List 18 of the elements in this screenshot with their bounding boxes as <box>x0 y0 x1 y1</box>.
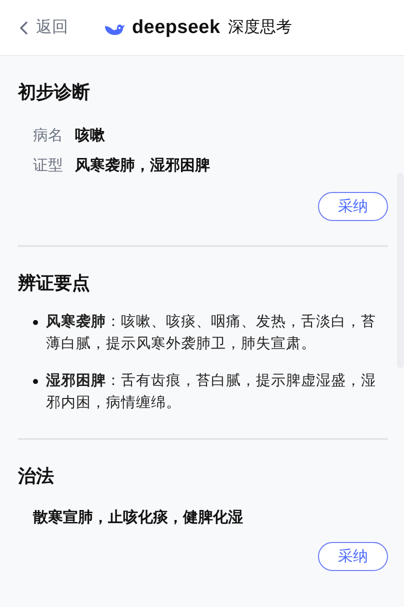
section-title: 治法 <box>18 465 55 489</box>
accept-button[interactable]: 采纳 <box>318 192 388 221</box>
back-link[interactable]: 返回 <box>20 17 104 38</box>
brand-wordmark: deepseek <box>132 16 220 38</box>
mode-label: 深度思考 <box>228 17 292 38</box>
bullet-icon <box>33 320 38 325</box>
bullet-text: 风寒袭肺：咳嗽、咳痰、咽痛、发热，舌淡白，苔薄白腻，提示风寒外袭肺卫，肺失宣肃。 <box>46 312 377 354</box>
accept-button[interactable]: 采纳 <box>318 542 388 571</box>
field-value: 风寒袭肺，湿邪困脾 <box>75 155 210 176</box>
field-value: 咳嗽 <box>75 125 105 146</box>
field-label: 病名 <box>33 125 63 146</box>
section-title: 辨证要点 <box>18 272 91 296</box>
bullet-icon <box>33 379 38 384</box>
bullet-text: 湿邪困脾：舌有齿痕，苔白腻，提示脾虚湿盛，湿邪内困，病情缠绵。 <box>46 372 377 413</box>
treatment-text: 散寒宣肺，止咳化痰，健脾化湿 <box>32 507 244 528</box>
back-icon <box>20 20 28 34</box>
section-title: 初步诊断 <box>18 81 91 105</box>
field-label: 证型 <box>33 155 63 176</box>
